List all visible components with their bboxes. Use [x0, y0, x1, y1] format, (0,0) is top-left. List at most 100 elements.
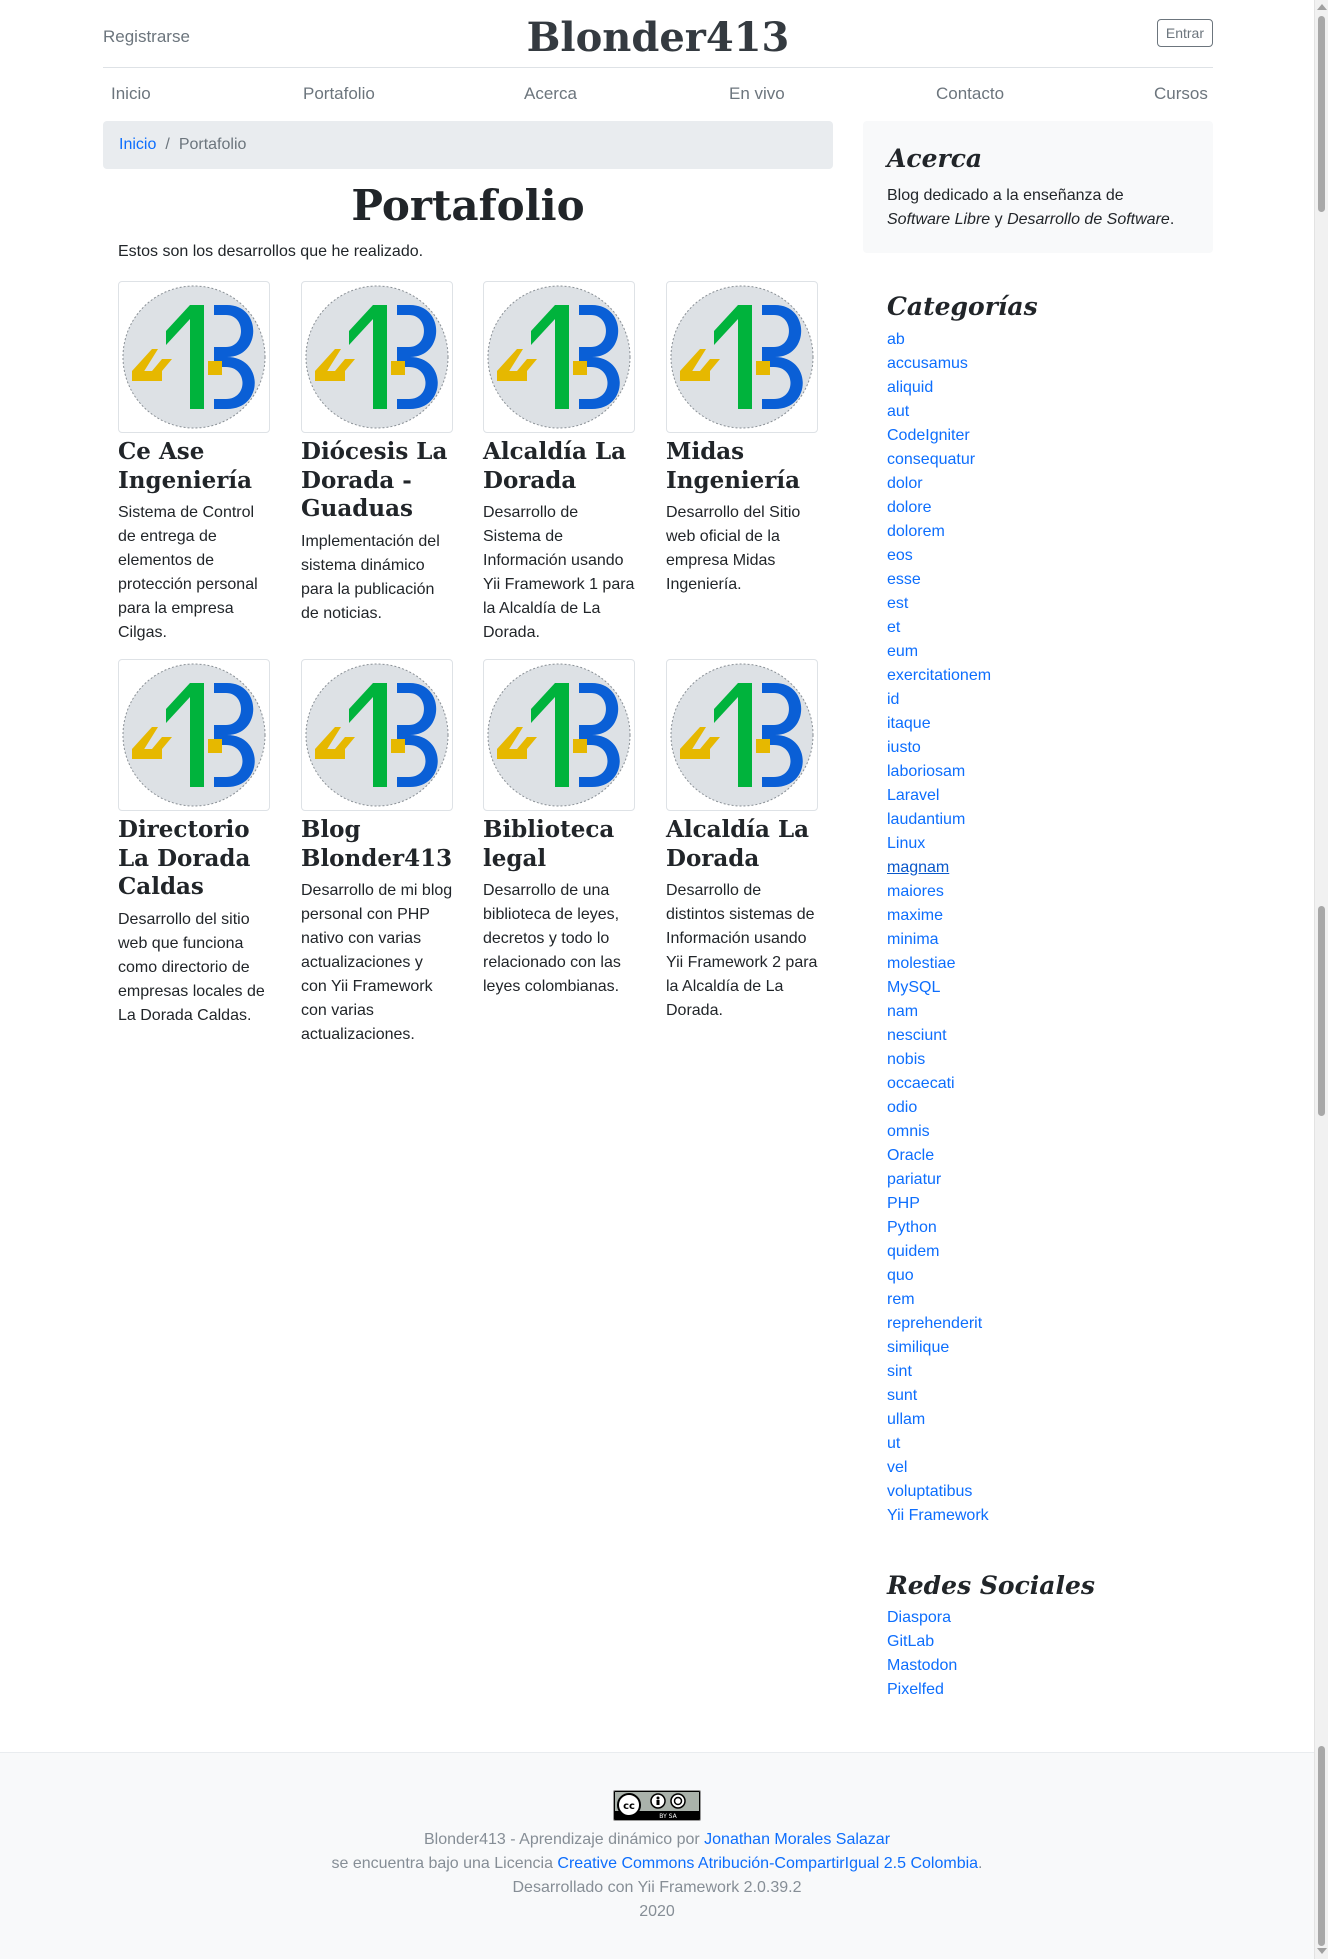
category-link[interactable]: sint — [887, 1363, 912, 1380]
scroll-thumb-top[interactable] — [1318, 16, 1325, 212]
project-image[interactable] — [118, 659, 270, 811]
category-link[interactable]: occaecati — [887, 1075, 955, 1092]
project-image[interactable] — [666, 659, 818, 811]
category-item: molestiae — [887, 952, 1213, 976]
category-link[interactable]: est — [887, 595, 908, 612]
project-title[interactable]: Blog Blonder413 — [301, 816, 453, 873]
category-link[interactable]: vel — [887, 1459, 907, 1476]
category-link[interactable]: nesciunt — [887, 1027, 947, 1044]
category-link[interactable]: ut — [887, 1435, 900, 1452]
project-image[interactable] — [301, 281, 453, 433]
category-link[interactable]: magnam — [887, 859, 949, 876]
category-item: est — [887, 592, 1213, 616]
category-item: dolore — [887, 496, 1213, 520]
project-image[interactable] — [483, 659, 635, 811]
project-title[interactable]: Alcaldía La Dorada — [666, 816, 818, 873]
category-link[interactable]: maiores — [887, 883, 944, 900]
scroll-thumb-bottom[interactable] — [1318, 1746, 1325, 1946]
project-image[interactable] — [666, 281, 818, 433]
nav-inicio[interactable]: Inicio — [111, 81, 151, 107]
nav-portafolio[interactable]: Portafolio — [303, 81, 375, 107]
category-link[interactable]: Laravel — [887, 787, 939, 804]
category-link[interactable]: molestiae — [887, 955, 955, 972]
social-link[interactable]: Pixelfed — [887, 1681, 944, 1698]
category-link[interactable]: PHP — [887, 1195, 920, 1212]
social-item: Diaspora — [887, 1606, 1213, 1630]
category-link[interactable]: exercitationem — [887, 667, 991, 684]
social-link[interactable]: Mastodon — [887, 1657, 957, 1674]
category-link[interactable]: pariatur — [887, 1171, 941, 1188]
category-link[interactable]: consequatur — [887, 451, 975, 468]
category-link[interactable]: minima — [887, 931, 939, 948]
category-link[interactable]: ullam — [887, 1411, 925, 1428]
category-link[interactable]: rem — [887, 1291, 915, 1308]
category-item: ullam — [887, 1408, 1213, 1432]
project-image[interactable] — [118, 281, 270, 433]
category-link[interactable]: Yii Framework — [887, 1507, 989, 1524]
category-link[interactable]: sunt — [887, 1387, 917, 1404]
category-link[interactable]: Python — [887, 1219, 937, 1236]
category-link[interactable]: odio — [887, 1099, 917, 1116]
blonder413-logo-icon — [487, 663, 631, 807]
project-title[interactable]: Ce Ase Ingeniería — [118, 438, 270, 495]
category-link[interactable]: quidem — [887, 1243, 939, 1260]
category-link[interactable]: voluptatibus — [887, 1483, 972, 1500]
project-image[interactable] — [483, 281, 635, 433]
category-link[interactable]: reprehenderit — [887, 1315, 982, 1332]
category-link[interactable]: eum — [887, 643, 918, 660]
project-title[interactable]: Alcaldía La Dorada — [483, 438, 635, 495]
category-link[interactable]: omnis — [887, 1123, 930, 1140]
site-brand[interactable]: Blonder413 — [103, 8, 1213, 68]
nav-acerca[interactable]: Acerca — [524, 81, 577, 107]
category-link[interactable]: et — [887, 619, 900, 636]
project-title[interactable]: Midas Ingeniería — [666, 438, 818, 495]
project-image[interactable] — [301, 659, 453, 811]
category-link[interactable]: similique — [887, 1339, 949, 1356]
breadcrumb-home-link[interactable]: Inicio — [119, 136, 156, 153]
project-title[interactable]: Directorio La Dorada Caldas — [118, 816, 270, 902]
category-link[interactable]: ab — [887, 331, 905, 348]
license-link[interactable]: Creative Commons Atribución-CompartirIgu… — [557, 1855, 978, 1872]
project-title[interactable]: Biblioteca legal — [483, 816, 635, 873]
social-link[interactable]: Diaspora — [887, 1609, 951, 1626]
category-link[interactable]: Oracle — [887, 1147, 934, 1164]
category-link[interactable]: aut — [887, 403, 909, 420]
login-button[interactable]: Entrar — [1156, 19, 1213, 47]
category-link[interactable]: esse — [887, 571, 921, 588]
scroll-down-arrow-icon[interactable] — [1317, 1948, 1327, 1954]
scroll-up-arrow-icon[interactable] — [1317, 4, 1327, 10]
category-link[interactable]: Linux — [887, 835, 925, 852]
nav-en-vivo[interactable]: En vivo — [729, 81, 785, 107]
page-title: Portafolio — [351, 181, 585, 230]
scroll-thumb[interactable] — [1318, 906, 1325, 1116]
category-link[interactable]: iusto — [887, 739, 921, 756]
category-link[interactable]: id — [887, 691, 899, 708]
category-link[interactable]: dolore — [887, 499, 931, 516]
cc-license-badge[interactable]: cc BY SA — [613, 1790, 701, 1821]
nav-contacto[interactable]: Contacto — [936, 81, 1004, 107]
category-link[interactable]: maxime — [887, 907, 943, 924]
category-item: vel — [887, 1456, 1213, 1480]
page-scrollbar[interactable] — [1314, 0, 1328, 1959]
category-link[interactable]: dolorem — [887, 523, 945, 540]
category-link[interactable]: MySQL — [887, 979, 940, 996]
project-title[interactable]: Diócesis La Dorada - Guaduas — [301, 438, 453, 524]
category-link[interactable]: nobis — [887, 1051, 925, 1068]
category-item: Linux — [887, 832, 1213, 856]
category-link[interactable]: dolor — [887, 475, 923, 492]
nav-cursos[interactable]: Cursos — [1154, 81, 1208, 107]
category-link[interactable]: eos — [887, 547, 913, 564]
category-link[interactable]: nam — [887, 1003, 918, 1020]
category-link[interactable]: laboriosam — [887, 763, 965, 780]
category-link[interactable]: aliquid — [887, 379, 933, 396]
category-link[interactable]: laudantium — [887, 811, 965, 828]
category-item: nobis — [887, 1048, 1213, 1072]
category-link[interactable]: accusamus — [887, 355, 968, 372]
project-description: Desarrollo de mi blog personal con PHP n… — [301, 882, 453, 1044]
author-link[interactable]: Jonathan Morales Salazar — [704, 1831, 890, 1848]
category-link[interactable]: quo — [887, 1267, 914, 1284]
category-link[interactable]: CodeIgniter — [887, 427, 970, 444]
social-link[interactable]: GitLab — [887, 1633, 934, 1650]
project-card: Diócesis La Dorada - Guaduas Implementac… — [301, 281, 453, 626]
category-link[interactable]: itaque — [887, 715, 931, 732]
